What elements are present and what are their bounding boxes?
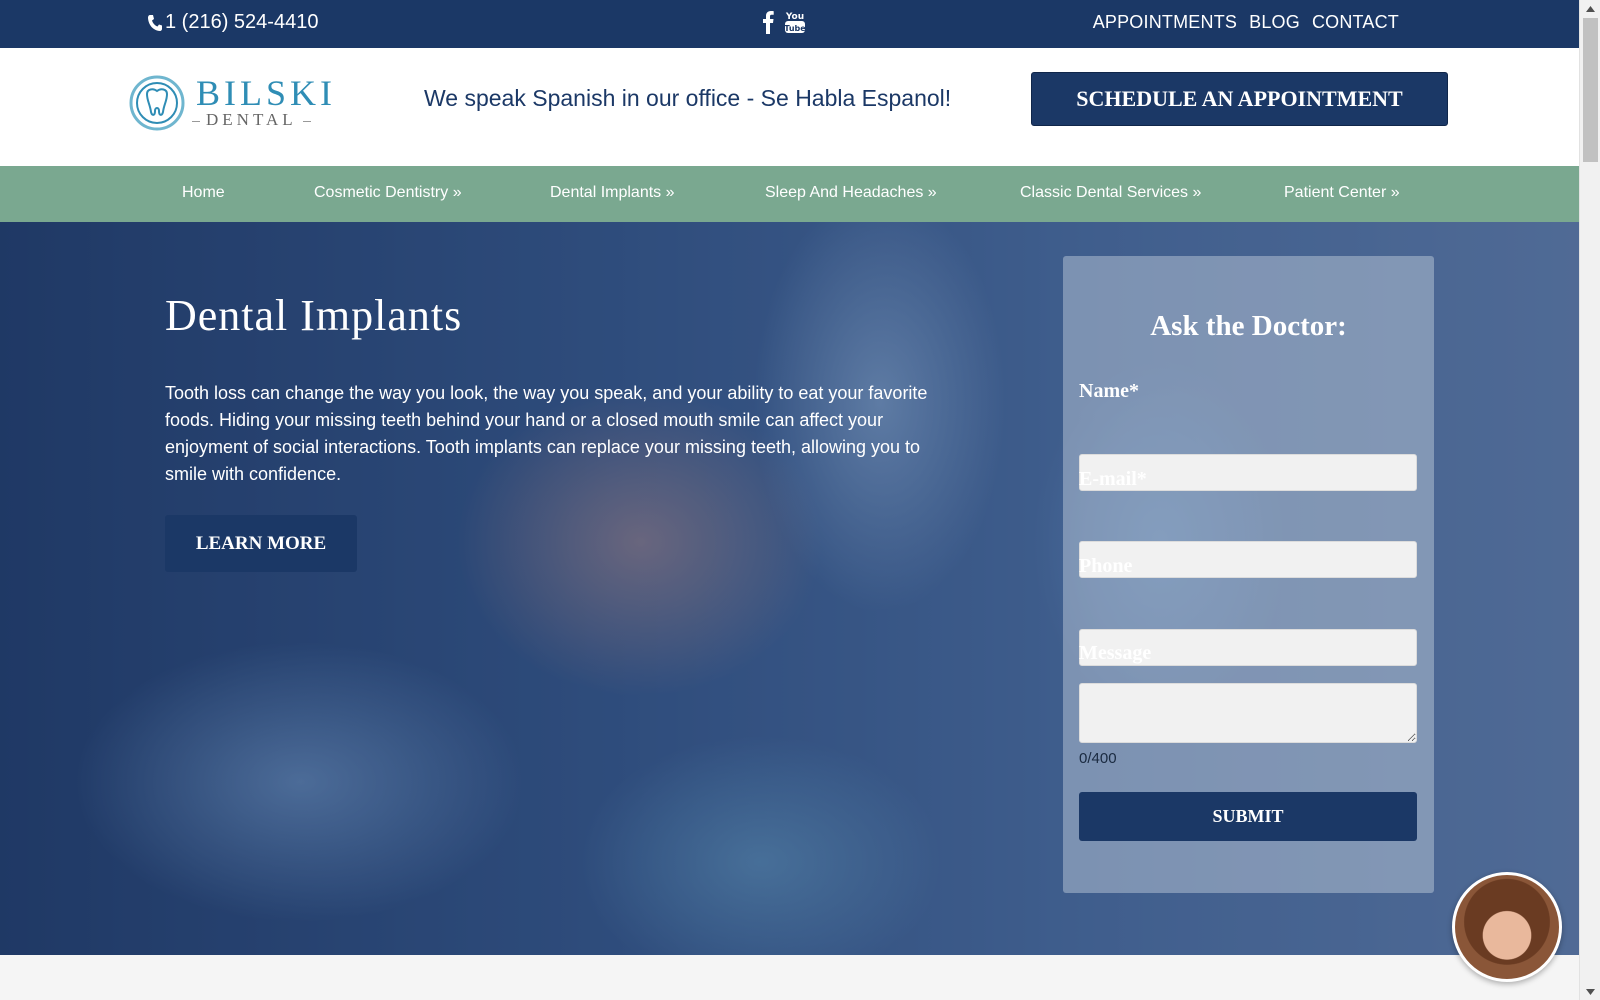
top-links: APPOINTMENTS BLOG CONTACT [1093, 12, 1399, 33]
logo-subtext: DENTAL [192, 110, 311, 130]
facebook-icon[interactable] [762, 10, 774, 39]
logo-text: BILSKI [196, 73, 336, 113]
site-header: BILSKI DENTAL We speak Spanish in our of… [0, 48, 1579, 166]
social-links: You Tube [762, 10, 806, 39]
svg-text:Tube: Tube [784, 24, 806, 33]
logo[interactable]: BILSKI DENTAL [128, 70, 333, 136]
ask-the-doctor-form: Ask the Doctor: Name* E-mail* Phone Mess… [1063, 256, 1434, 893]
hero-title: Dental Implants [165, 291, 463, 340]
nav-item-dental-implants[interactable]: Dental Implants » [550, 184, 675, 202]
scroll-down-arrow-icon[interactable] [1580, 983, 1600, 1000]
phone-link[interactable]: 1 (216) 524-4410 [147, 11, 318, 34]
nav-item-cosmetic-dentistry[interactable]: Cosmetic Dentistry » [314, 184, 462, 202]
phone-number: 1 (216) 524-4410 [165, 11, 319, 33]
youtube-icon[interactable]: You Tube [784, 10, 806, 39]
svg-text:You: You [785, 12, 804, 22]
main-nav: Home Cosmetic Dentistry » Dental Implant… [0, 166, 1579, 222]
tagline: We speak Spanish in our office - Se Habl… [424, 85, 952, 111]
nav-item-classic-dental-services[interactable]: Classic Dental Services » [1020, 184, 1201, 202]
scroll-up-arrow-icon[interactable] [1580, 0, 1600, 17]
character-counter: 0/400 [1079, 750, 1117, 767]
message-label: Message [1079, 642, 1152, 664]
nav-item-patient-center[interactable]: Patient Center » [1284, 184, 1400, 202]
nav-item-sleep-and-headaches[interactable]: Sleep And Headaches » [765, 184, 937, 202]
hero-section: Dental Implants Tooth loss can change th… [0, 222, 1579, 955]
name-label: Name* [1079, 380, 1139, 402]
hero-description: Tooth loss can change the way you look, … [165, 383, 928, 484]
message-field[interactable] [1079, 683, 1417, 743]
nav-item-home[interactable]: Home [182, 184, 225, 202]
phone-icon [148, 14, 162, 31]
appointments-link[interactable]: APPOINTMENTS [1093, 12, 1237, 33]
top-bar: 1 (216) 524-4410 You Tube APPOINTMENTS B… [0, 0, 1579, 48]
tooth-logo-icon [129, 75, 185, 131]
form-title: Ask the Doctor: [1150, 310, 1347, 342]
blog-link[interactable]: BLOG [1249, 12, 1300, 33]
email-label: E-mail* [1079, 468, 1147, 490]
phone-label: Phone [1079, 555, 1133, 577]
scrollbar-thumb[interactable] [1583, 18, 1598, 162]
contact-link[interactable]: CONTACT [1312, 12, 1399, 33]
page-scrollbar[interactable] [1579, 0, 1600, 1000]
schedule-appointment-button[interactable]: SCHEDULE AN APPOINTMENT [1031, 72, 1448, 126]
submit-button[interactable]: SUBMIT [1079, 792, 1417, 841]
chat-avatar-button[interactable] [1452, 872, 1562, 982]
learn-more-button[interactable]: LEARN MORE [165, 515, 357, 572]
